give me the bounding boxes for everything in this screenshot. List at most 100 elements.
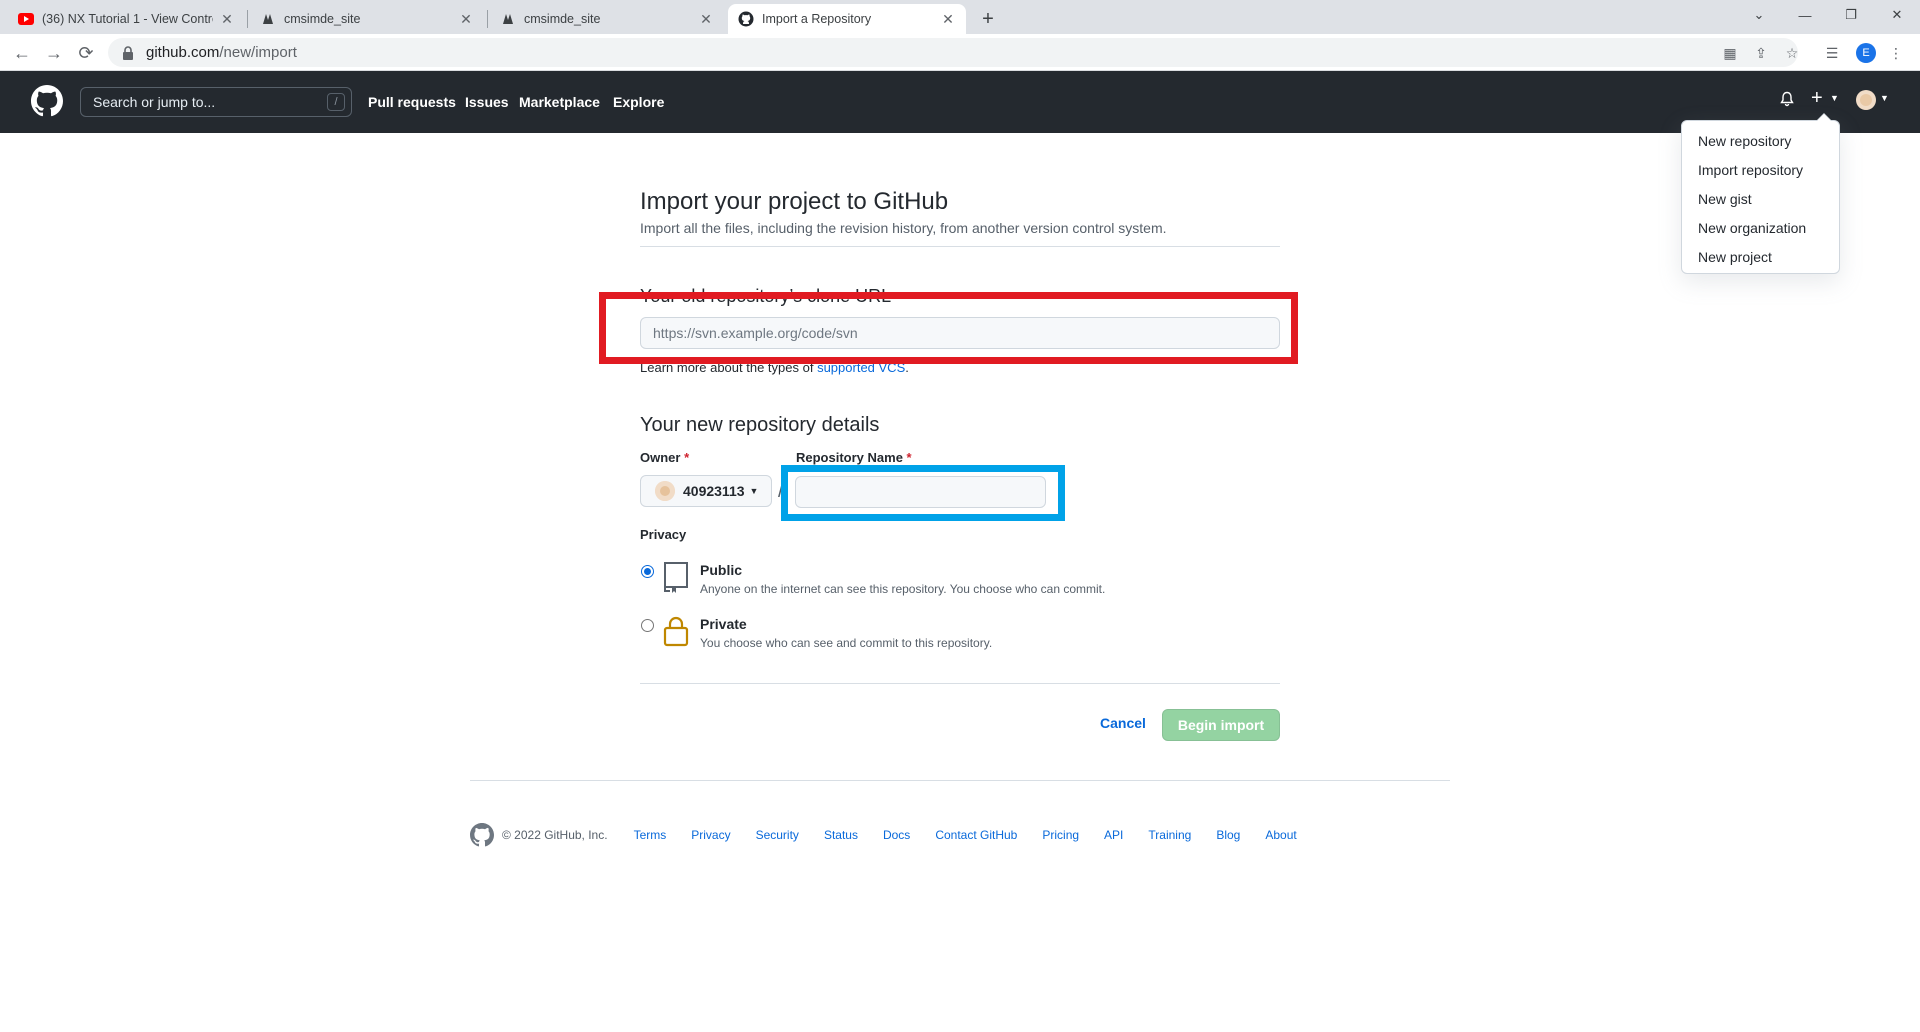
lock-icon — [663, 616, 689, 647]
cancel-button[interactable]: Cancel — [1100, 715, 1146, 731]
reading-list-icon[interactable]: ☰ — [1822, 43, 1842, 63]
nav-explore[interactable]: Explore — [613, 94, 664, 110]
tab-title: (36) NX Tutorial 1 - View Contro — [42, 12, 213, 26]
public-title: Public — [700, 562, 743, 578]
nav-pull-requests[interactable]: Pull requests — [368, 94, 456, 110]
footer-link-about[interactable]: About — [1265, 828, 1296, 842]
github-logo-icon[interactable] — [31, 85, 63, 117]
browser-tab-active[interactable]: Import a Repository ✕ — [728, 4, 966, 34]
create-new-plus-icon[interactable]: + — [1811, 87, 1823, 110]
footer-link-status[interactable]: Status — [824, 828, 858, 842]
create-new-dropdown: New repository Import repository New gis… — [1681, 113, 1840, 274]
annotation-blue-box — [781, 465, 1065, 521]
translate-icon[interactable]: ▦ — [1720, 43, 1740, 63]
footer-link-terms[interactable]: Terms — [634, 828, 667, 842]
back-button[interactable]: ← — [8, 39, 36, 67]
search-placeholder: Search or jump to... — [93, 94, 216, 110]
owner-label-text: Owner — [640, 450, 681, 465]
menu-item-new-organization[interactable]: New organization — [1682, 214, 1839, 243]
private-title: Private — [700, 616, 747, 632]
github-header: Search or jump to... / Pull requests Iss… — [0, 71, 1920, 133]
chevron-down-icon: ▼ — [749, 486, 759, 496]
footer-link-docs[interactable]: Docs — [883, 828, 910, 842]
tab-separator — [487, 10, 488, 28]
site-icon — [260, 11, 276, 27]
page-subtitle: Import all the files, including the revi… — [640, 220, 1167, 236]
footer-link-blog[interactable]: Blog — [1216, 828, 1240, 842]
tab-separator — [247, 10, 248, 28]
url-domain: github.com — [146, 44, 220, 61]
tab-title: cmsimde_site — [524, 12, 601, 26]
github-icon — [738, 11, 754, 27]
menu-item-new-project[interactable]: New project — [1682, 243, 1839, 272]
lock-icon — [123, 45, 133, 60]
close-tab-icon[interactable]: ✕ — [458, 11, 474, 27]
owner-select[interactable]: 40923113 ▼ — [640, 475, 772, 507]
user-avatar[interactable] — [1856, 90, 1876, 115]
repo-details-heading: Your new repository details — [640, 414, 880, 436]
search-shortcut-badge: / — [327, 93, 345, 111]
browser-tab[interactable]: cmsimde_site ✕ — [490, 4, 724, 34]
reload-button[interactable]: ⟳ — [72, 39, 100, 67]
footer-link-training[interactable]: Training — [1148, 828, 1191, 842]
tab-search-icon[interactable]: ⌄ — [1736, 0, 1782, 30]
browser-tab[interactable]: (36) NX Tutorial 1 - View Contro ✕ — [8, 4, 245, 34]
nav-marketplace[interactable]: Marketplace — [519, 94, 600, 110]
new-tab-button[interactable]: + — [975, 6, 1001, 32]
public-description: Anyone on the internet can see this repo… — [700, 582, 1106, 596]
tab-title: cmsimde_site — [284, 12, 361, 26]
footer-link-pricing[interactable]: Pricing — [1042, 828, 1079, 842]
footer-link-security[interactable]: Security — [756, 828, 799, 842]
page-footer: © 2022 GitHub, Inc. Terms Privacy Securi… — [470, 823, 1322, 847]
menu-dots-icon[interactable]: ⋮ — [1886, 43, 1906, 63]
github-footer-logo-icon[interactable] — [470, 823, 494, 847]
required-asterisk: * — [684, 450, 690, 465]
repo-book-icon — [664, 562, 688, 593]
owner-value: 40923113 — [683, 483, 745, 499]
close-tab-icon[interactable]: ✕ — [940, 11, 956, 27]
footer-divider — [470, 780, 1450, 781]
footer-link-privacy[interactable]: Privacy — [691, 828, 730, 842]
close-window-button[interactable]: ✕ — [1874, 0, 1920, 30]
restore-button[interactable]: ❐ — [1828, 0, 1874, 30]
menu-item-new-repository[interactable]: New repository — [1682, 127, 1839, 156]
chevron-down-icon[interactable]: ▼ — [1880, 93, 1889, 103]
page-header: Import your project to GitHub Import all… — [640, 180, 1280, 247]
repo-name-label: Repository Name * — [796, 450, 912, 465]
youtube-icon — [18, 11, 34, 27]
page-title: Import your project to GitHub — [640, 188, 949, 215]
form-divider — [640, 683, 1280, 684]
public-radio[interactable] — [641, 565, 654, 578]
privacy-option-private[interactable]: Private You choose who can see and commi… — [640, 616, 1280, 660]
browser-tab[interactable]: cmsimde_site ✕ — [250, 4, 484, 34]
share-icon[interactable]: ⇪ — [1751, 43, 1771, 63]
private-radio[interactable] — [641, 619, 654, 632]
footer-copyright: © 2022 GitHub, Inc. — [502, 828, 608, 842]
minimize-button[interactable]: — — [1782, 0, 1828, 30]
address-bar[interactable]: github.com/new/import — [108, 38, 1798, 67]
site-icon — [500, 11, 516, 27]
chevron-down-icon[interactable]: ▼ — [1830, 93, 1839, 103]
bookmark-star-icon[interactable]: ☆ — [1782, 43, 1802, 63]
close-tab-icon[interactable]: ✕ — [219, 11, 235, 27]
profile-avatar[interactable]: E — [1856, 43, 1876, 63]
search-input[interactable]: Search or jump to... / — [80, 87, 352, 117]
footer-link-contact[interactable]: Contact GitHub — [935, 828, 1017, 842]
notifications-bell-icon[interactable] — [1779, 91, 1795, 112]
forward-button[interactable]: → — [40, 39, 68, 67]
privacy-label: Privacy — [640, 527, 687, 542]
footer-link-api[interactable]: API — [1104, 828, 1123, 842]
begin-import-button[interactable]: Begin import — [1162, 709, 1280, 741]
private-description: You choose who can see and commit to thi… — [700, 636, 993, 650]
close-tab-icon[interactable]: ✕ — [698, 11, 714, 27]
tab-title: Import a Repository — [762, 12, 872, 26]
menu-item-new-gist[interactable]: New gist — [1682, 185, 1839, 214]
url-path: /new/import — [219, 44, 297, 61]
browser-toolbar: ← → ⟳ github.com/new/import ▦ ⇪ ☆ ☰ E ⋮ — [0, 34, 1920, 71]
repo-name-label-text: Repository Name — [796, 450, 903, 465]
menu-item-import-repository[interactable]: Import repository — [1682, 156, 1839, 185]
nav-issues[interactable]: Issues — [465, 94, 509, 110]
privacy-option-public[interactable]: Public Anyone on the internet can see th… — [640, 562, 1280, 606]
owner-label: Owner * — [640, 450, 689, 465]
required-asterisk: * — [906, 450, 912, 465]
